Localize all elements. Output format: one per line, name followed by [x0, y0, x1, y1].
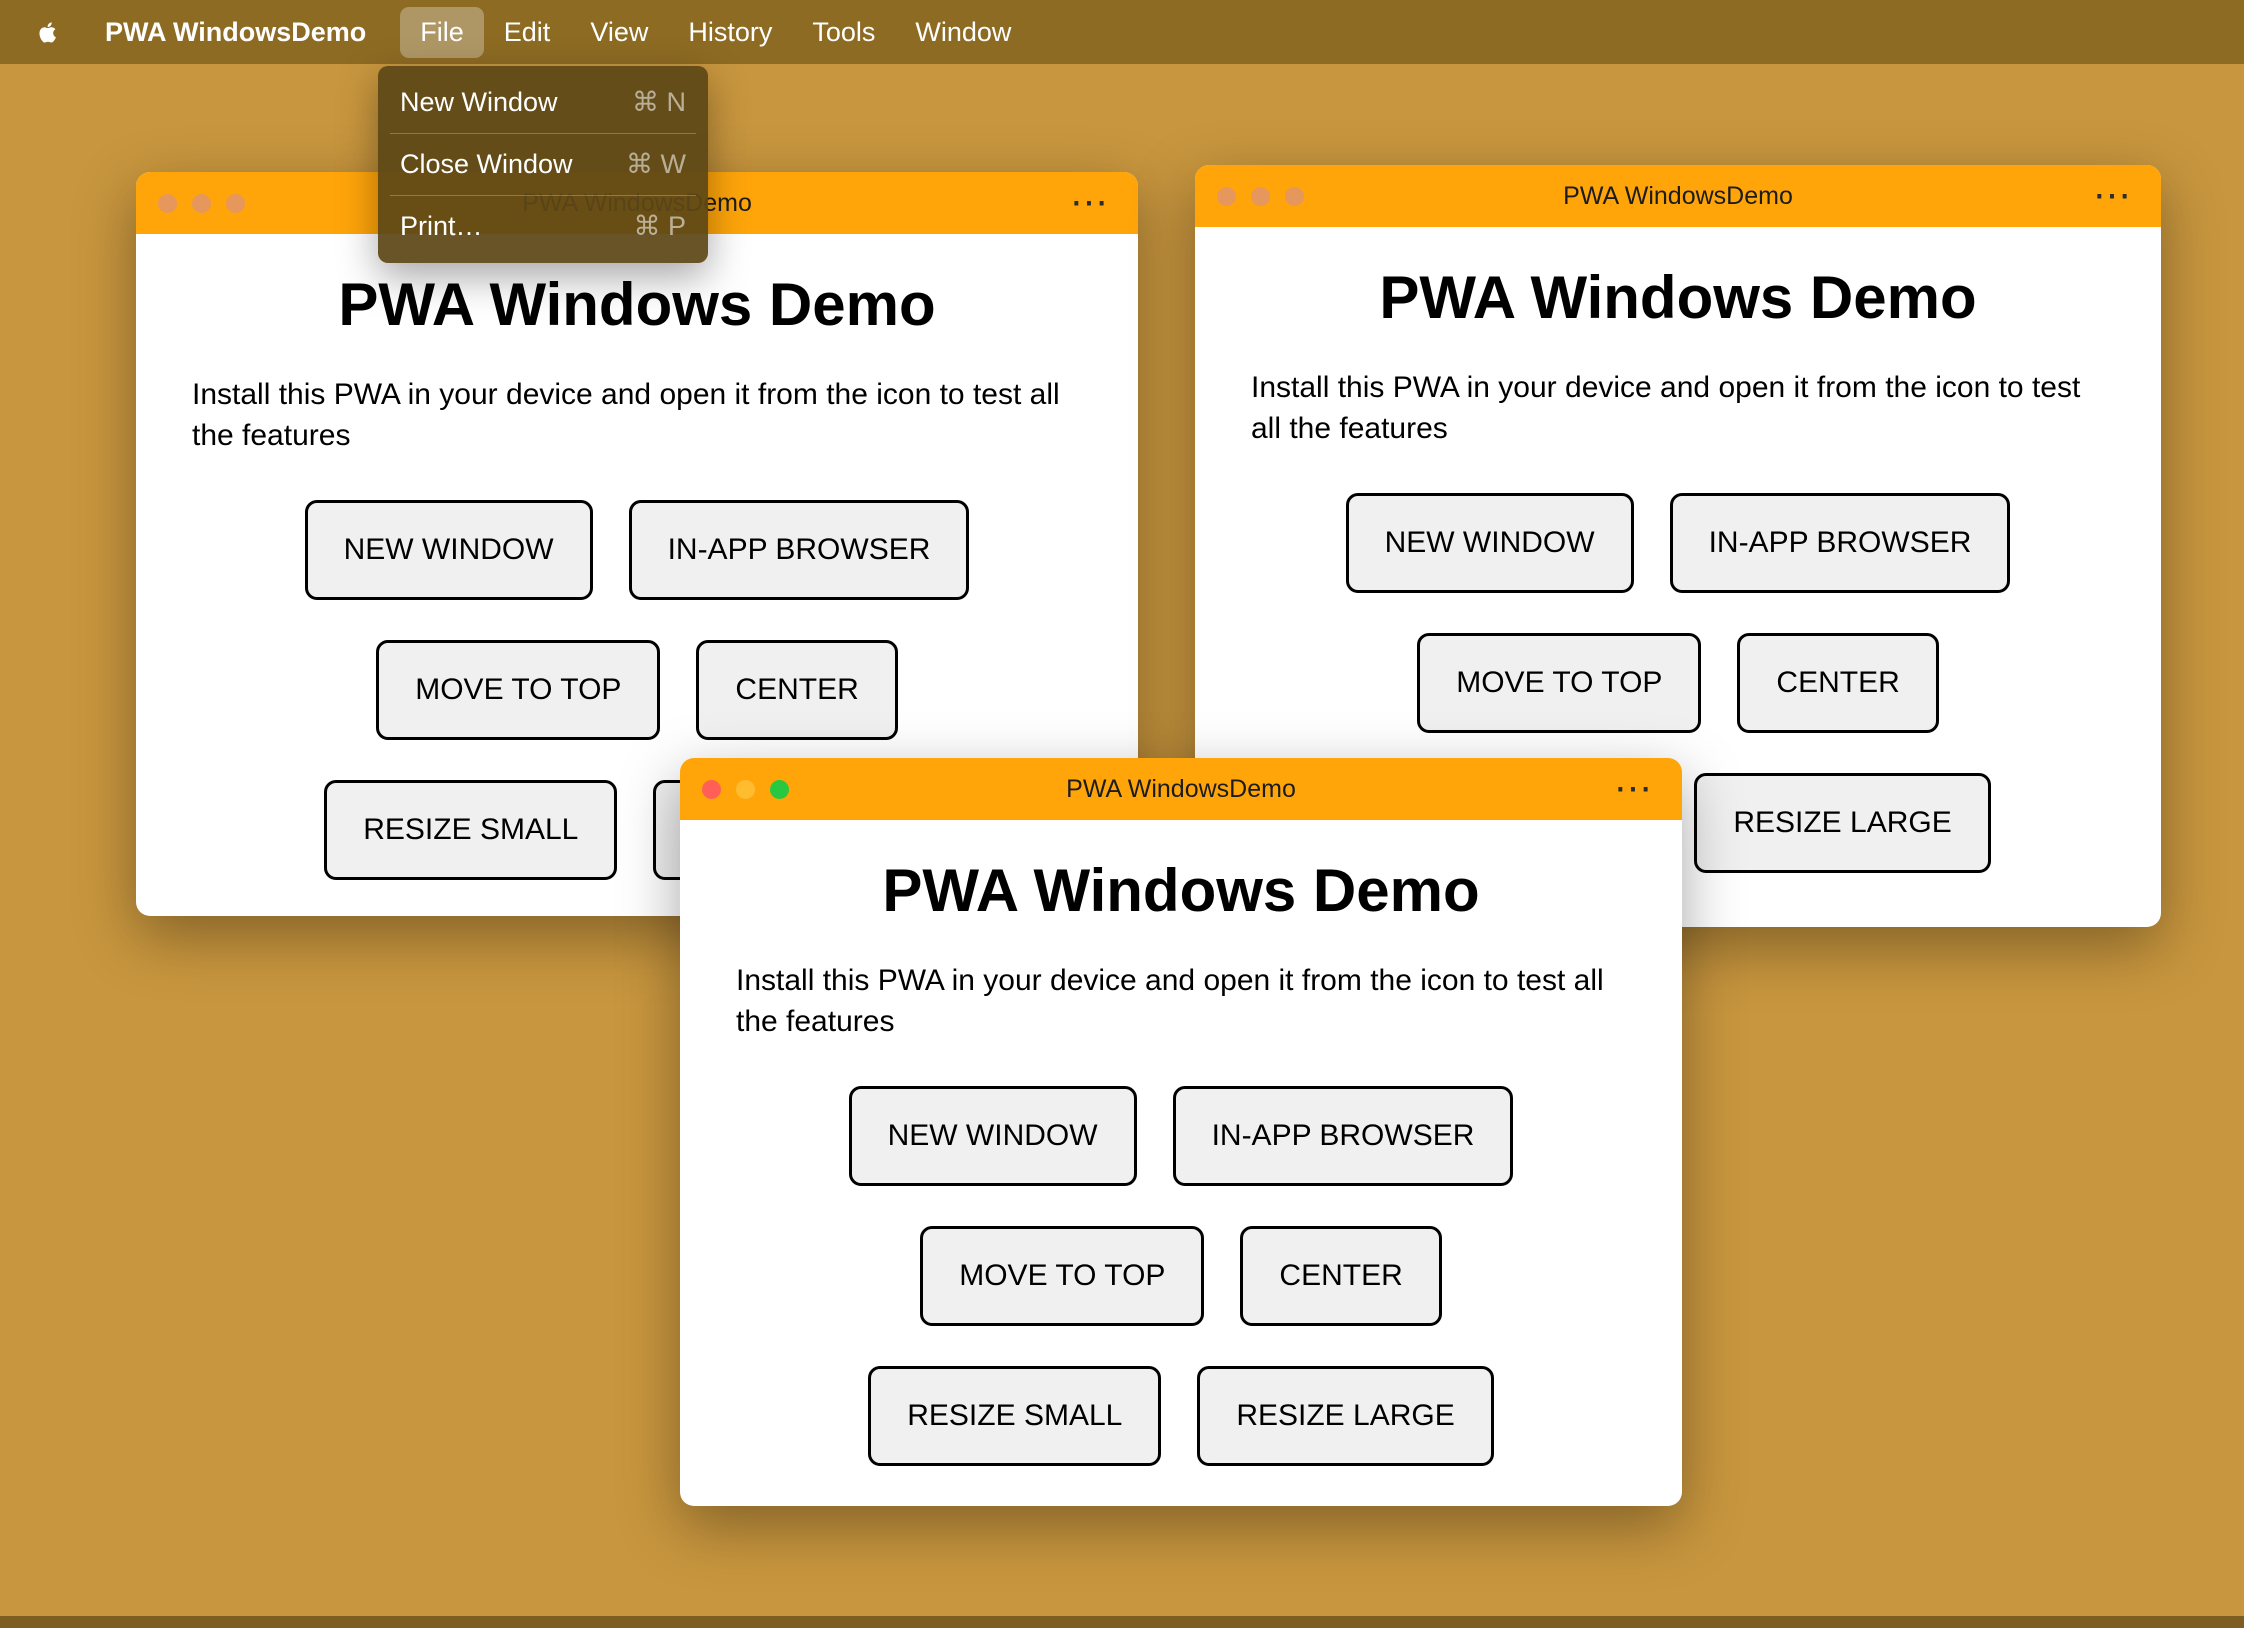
apple-icon [39, 21, 56, 43]
resize-small-button[interactable]: RESIZE SMALL [868, 1366, 1162, 1466]
minimize-button[interactable] [736, 779, 755, 799]
page-title: PWA Windows Demo [1379, 264, 1977, 331]
menu-item-shortcut: ⌘ W [626, 149, 686, 179]
center-button[interactable]: CENTER [1240, 1226, 1442, 1326]
description-text: Install this PWA in your device and open… [192, 378, 1060, 452]
window-content: PWA Windows Demo Install this PWA in you… [680, 820, 1682, 1466]
zoom-button[interactable] [770, 779, 789, 799]
resize-large-button[interactable]: RESIZE LARGE [1694, 773, 1991, 873]
button-row: MOVE TO TOP CENTER [192, 640, 1082, 740]
menu-item-print[interactable]: Print… ⌘ P [378, 196, 708, 257]
pwa-window-front: PWA WindowsDemo ⋯ PWA Windows Demo Insta… [680, 758, 1682, 1506]
menu-item-shortcut: ⌘ N [632, 87, 686, 117]
menu-item-label: Close Window [400, 149, 573, 179]
close-button[interactable] [158, 193, 177, 213]
in-app-browser-button[interactable]: IN-APP BROWSER [1669, 493, 2011, 593]
menu-item-shortcut: ⌘ P [633, 211, 686, 241]
move-to-top-button[interactable]: MOVE TO TOP [920, 1226, 1205, 1326]
button-row: RESIZE SMALL RESIZE LARGE [736, 1366, 1626, 1466]
in-app-browser-button[interactable]: IN-APP BROWSER [628, 500, 970, 600]
menu-bar: PWA WindowsDemo File Edit View History T… [0, 0, 2244, 64]
window-title: PWA WindowsDemo [1066, 774, 1296, 803]
center-button[interactable]: CENTER [1737, 633, 1939, 733]
button-row: NEW WINDOW IN-APP BROWSER [1251, 493, 2105, 593]
description-text: Install this PWA in your device and open… [1251, 371, 2081, 445]
page-title: PWA Windows Demo [882, 857, 1480, 924]
center-button[interactable]: CENTER [696, 640, 898, 740]
minimize-button[interactable] [1251, 186, 1270, 206]
in-app-browser-button[interactable]: IN-APP BROWSER [1172, 1086, 1514, 1186]
move-to-top-button[interactable]: MOVE TO TOP [1417, 633, 1702, 733]
zoom-button[interactable] [1285, 186, 1304, 206]
minimize-button[interactable] [192, 193, 211, 213]
window-titlebar[interactable]: PWA WindowsDemo ⋯ [1195, 165, 2161, 227]
menu-item-label: New Window [400, 87, 558, 117]
menu-history[interactable]: History [668, 7, 792, 58]
button-row: NEW WINDOW IN-APP BROWSER [736, 1086, 1626, 1186]
new-window-button[interactable]: NEW WINDOW [304, 500, 593, 600]
apple-menu[interactable] [20, 0, 85, 64]
button-row: MOVE TO TOP CENTER [736, 1226, 1626, 1326]
move-to-top-button[interactable]: MOVE TO TOP [376, 640, 661, 740]
button-row: NEW WINDOW IN-APP BROWSER [192, 500, 1082, 600]
file-dropdown-menu: New Window ⌘ N Close Window ⌘ W Print… ⌘… [378, 66, 708, 263]
resize-large-button[interactable]: RESIZE LARGE [1197, 1366, 1494, 1466]
close-button[interactable] [1217, 186, 1236, 206]
menu-app-name[interactable]: PWA WindowsDemo [85, 17, 386, 48]
screen-bottom-edge [0, 1616, 2244, 1628]
close-button[interactable] [702, 779, 721, 799]
button-row: MOVE TO TOP CENTER [1251, 633, 2105, 733]
menu-window[interactable]: Window [895, 7, 1031, 58]
menu-view[interactable]: View [570, 7, 668, 58]
new-window-button[interactable]: NEW WINDOW [848, 1086, 1137, 1186]
traffic-lights [702, 779, 789, 799]
page-title: PWA Windows Demo [338, 271, 936, 338]
zoom-button[interactable] [226, 193, 245, 213]
menu-item-close-window[interactable]: Close Window ⌘ W [378, 134, 708, 195]
traffic-lights [1217, 186, 1304, 206]
menu-file[interactable]: File [400, 6, 484, 58]
new-window-button[interactable]: NEW WINDOW [1345, 493, 1634, 593]
window-titlebar[interactable]: PWA WindowsDemo ⋯ [680, 758, 1682, 820]
menu-tools[interactable]: Tools [792, 7, 895, 58]
menu-edit[interactable]: Edit [484, 7, 571, 58]
window-title: PWA WindowsDemo [1563, 181, 1793, 210]
resize-small-button[interactable]: RESIZE SMALL [324, 780, 618, 880]
menu-item-new-window[interactable]: New Window ⌘ N [378, 72, 708, 133]
traffic-lights [158, 193, 245, 213]
description-text: Install this PWA in your device and open… [736, 964, 1604, 1038]
menu-item-label: Print… [400, 211, 483, 241]
